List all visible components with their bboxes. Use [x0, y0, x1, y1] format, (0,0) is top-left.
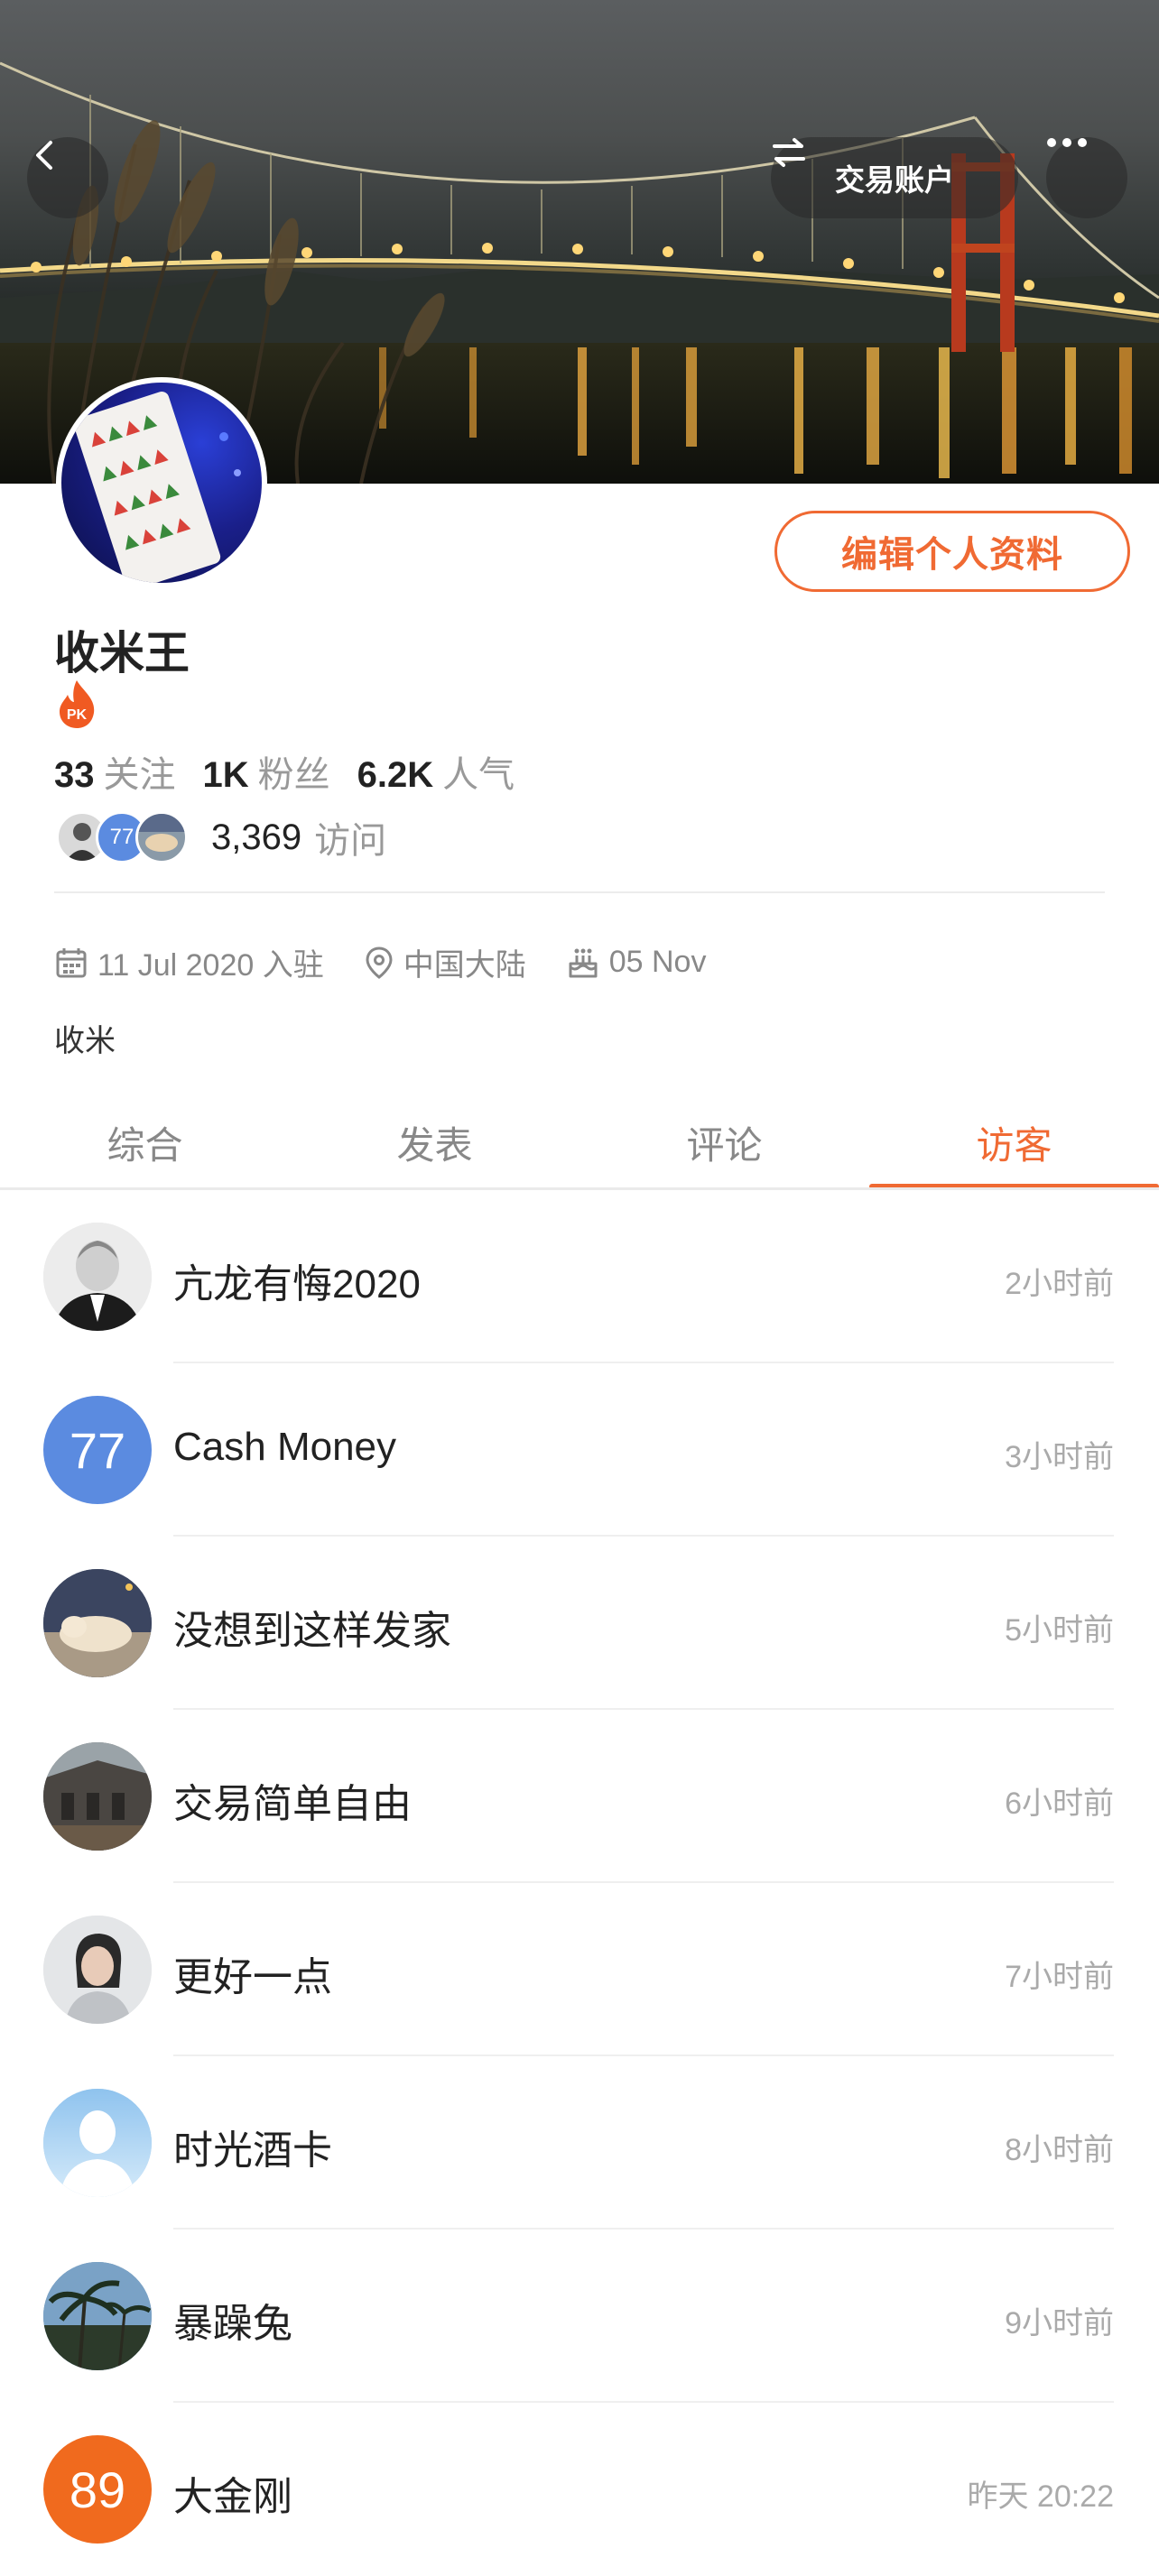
visitor-avatar[interactable]	[43, 2262, 152, 2370]
list-item[interactable]: 时光酒卡 8小时前	[0, 2056, 1159, 2230]
tab-posts[interactable]: 发表	[290, 1097, 580, 1187]
visit-time: 5小时前	[1005, 1613, 1114, 1648]
tab-visitors[interactable]: 访客	[869, 1097, 1159, 1189]
visit-time: 8小时前	[1005, 2133, 1114, 2167]
avatar-image	[73, 391, 241, 583]
visitor-name[interactable]: 时光酒卡	[173, 2118, 332, 2175]
visitor-avatar[interactable]	[43, 1916, 152, 2024]
visitor-avatar[interactable]	[43, 1742, 152, 1851]
profile-stats: 33 关注 1K 粉丝 6.2K 人气	[54, 745, 542, 798]
list-item[interactable]: 暴躁兔 9小时前	[0, 2230, 1159, 2403]
visitor-avatar[interactable]	[43, 2089, 152, 2197]
visitor-avatar-image	[43, 1569, 152, 1677]
profile-meta: 11 Jul 2020 入驻 中国大陆 05 Nov	[54, 940, 746, 984]
visit-time: 3小时前	[1005, 1440, 1114, 1474]
visitor-name[interactable]: 暴躁兔	[173, 2291, 292, 2349]
calendar-icon	[56, 947, 87, 977]
location-pin-icon	[366, 946, 393, 979]
popularity-count: 6.2K	[357, 755, 434, 795]
profile-avatar[interactable]	[56, 377, 267, 588]
visit-time: 2小时前	[1005, 1267, 1114, 1301]
followers-label[interactable]: 粉丝	[258, 745, 330, 798]
popularity-label: 人气	[442, 755, 515, 795]
birthday-text: 05 Nov	[608, 945, 707, 979]
edit-profile-button[interactable]: 编辑个人资料	[774, 511, 1130, 592]
list-item[interactable]: 77 Cash Money 3小时前	[0, 1363, 1159, 1537]
visitor-name[interactable]: 交易简单自由	[173, 1771, 412, 1829]
visitor-avatar-image	[43, 1742, 152, 1851]
swap-arrows-icon	[773, 138, 805, 167]
list-item[interactable]: 没想到这样发家 5小时前	[0, 1537, 1159, 1710]
visitor-mini-avatar	[135, 811, 188, 863]
switch-trading-account-button[interactable]: 交易账户	[771, 137, 1018, 218]
default-user-avatar-icon	[43, 2089, 152, 2197]
visitor-avatar[interactable]	[43, 1569, 152, 1677]
profile-tabs: 综合 发表 评论 访客	[0, 1097, 1159, 1189]
joined-date: 11 Jul 2020 入驻	[54, 940, 324, 984]
tab-comments[interactable]: 评论	[580, 1097, 869, 1187]
visit-time: 6小时前	[1005, 1787, 1114, 1821]
switch-account-label: 交易账户	[835, 163, 954, 197]
location: 中国大陆	[364, 940, 526, 984]
profile-bio: 收米	[54, 1024, 116, 1058]
visitor-avatar-image	[43, 1223, 152, 1331]
visit-time: 昨天 20:22	[967, 2479, 1114, 2514]
followers-count[interactable]: 1K	[203, 755, 249, 796]
visit-time: 7小时前	[1005, 1960, 1114, 1994]
visitor-avatar[interactable]	[43, 1223, 152, 1331]
list-item[interactable]: 89 大金刚 昨天 20:22	[0, 2403, 1159, 2576]
list-item[interactable]: 更好一点 7小时前	[0, 1883, 1159, 2056]
visitor-avatar-image	[43, 1916, 152, 2024]
more-dots-icon	[1047, 138, 1087, 147]
visitor-name[interactable]: 大金刚	[173, 2464, 292, 2522]
pk-flame-badge-icon: PK	[60, 680, 95, 728]
list-item[interactable]: 交易简单自由 6小时前	[0, 1710, 1159, 1883]
pk-badge-text: PK	[67, 707, 88, 723]
tab-overview[interactable]: 综合	[0, 1097, 290, 1187]
birthday-cake-icon	[569, 948, 598, 977]
back-button[interactable]	[27, 137, 108, 218]
username: 收米王	[54, 628, 190, 679]
visitor-name[interactable]: 更好一点	[173, 1944, 332, 2002]
chevron-left-icon	[36, 141, 52, 170]
visit-count: 3,369	[211, 817, 302, 857]
location-text: 中国大陆	[403, 948, 526, 983]
birthday: 05 Nov	[566, 945, 707, 980]
visitor-avatar[interactable]: 77	[43, 1396, 152, 1504]
list-item[interactable]: 亢龙有悔2020 2小时前	[0, 1190, 1159, 1363]
following-count[interactable]: 33	[54, 755, 95, 796]
following-label[interactable]: 关注	[104, 745, 176, 798]
visitor-name[interactable]: 亢龙有悔2020	[173, 1251, 421, 1309]
visitor-name[interactable]: 没想到这样发家	[173, 1598, 451, 1656]
divider	[54, 891, 1105, 893]
visitor-avatar[interactable]: 89	[43, 2435, 152, 2544]
visitor-avatar-image	[43, 2262, 152, 2370]
visit-label: 访问	[314, 821, 387, 861]
visitor-name[interactable]: Cash Money	[173, 1425, 396, 1470]
visitor-list: 亢龙有悔2020 2小时前 77 Cash Money 3小时前 没想到这样发家…	[0, 1190, 1159, 2576]
more-options-button[interactable]	[1046, 137, 1127, 218]
visit-time: 9小时前	[1005, 2306, 1114, 2341]
joined-date-text: 11 Jul 2020 入驻	[97, 948, 324, 983]
visits-summary[interactable]: 77 3,369 访问	[56, 810, 386, 864]
